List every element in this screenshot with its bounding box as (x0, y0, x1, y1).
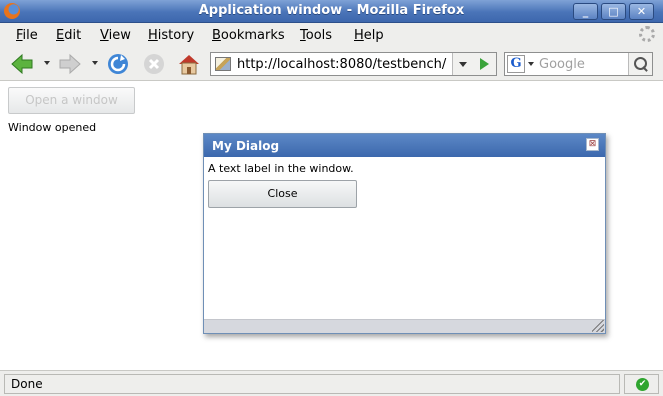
status-bar: Done ✔ (0, 370, 663, 396)
forward-icon[interactable] (58, 52, 82, 76)
check-icon: ✔ (636, 378, 649, 391)
search-input[interactable]: Google (539, 57, 585, 72)
minimize-button[interactable]: _ (573, 3, 598, 20)
search-box[interactable]: G Google (504, 52, 653, 76)
status-text: Done (4, 374, 620, 394)
menu-bar: File Edit View History Bookmarks Tools H… (0, 23, 663, 47)
dialog-footer (204, 319, 605, 333)
stop-icon[interactable] (142, 52, 166, 76)
search-icon[interactable] (628, 53, 652, 75)
navigation-toolbar: http://localhost:8080/testbench/ G Googl… (0, 47, 663, 81)
close-window-button[interactable]: ✕ (629, 3, 654, 20)
menu-bookmarks[interactable]: Bookmarks (212, 28, 285, 43)
dialog-title: My Dialog (212, 139, 280, 153)
google-icon: G (507, 55, 525, 73)
security-status[interactable]: ✔ (624, 374, 659, 394)
url-text[interactable]: http://localhost:8080/testbench/ (237, 57, 446, 72)
menu-file[interactable]: File (16, 28, 38, 43)
page-favicon-icon (215, 57, 231, 71)
resize-handle-icon[interactable] (592, 320, 604, 332)
home-icon[interactable] (177, 52, 201, 76)
chevron-down-icon (528, 62, 534, 66)
forward-history-dropdown-icon[interactable] (92, 61, 98, 65)
maximize-button[interactable]: □ (601, 3, 626, 20)
search-engine-selector[interactable]: G (507, 55, 535, 73)
url-history-dropdown-icon[interactable] (452, 53, 472, 75)
url-bar[interactable]: http://localhost:8080/testbench/ (210, 52, 497, 76)
menu-tools[interactable]: Tools (300, 28, 332, 43)
window-titlebar: Application window - Mozilla Firefox _ □… (0, 0, 663, 23)
back-icon[interactable] (10, 52, 34, 76)
window-status-label: Window opened (8, 121, 97, 134)
menu-help[interactable]: Help (354, 28, 384, 43)
menu-history[interactable]: History (148, 28, 194, 43)
menu-view[interactable]: View (100, 28, 131, 43)
dialog-titlebar[interactable]: My Dialog (204, 134, 605, 157)
dialog-text-label: A text label in the window. (208, 162, 354, 175)
back-history-dropdown-icon[interactable] (44, 61, 50, 65)
open-window-button[interactable]: Open a window (8, 87, 135, 114)
reload-icon[interactable] (106, 52, 130, 76)
go-icon[interactable] (472, 53, 496, 75)
throbber-icon (639, 26, 655, 42)
dialog-close-button[interactable]: Close (208, 180, 357, 208)
dialog-close-icon[interactable]: ⊠ (586, 138, 599, 151)
menu-edit[interactable]: Edit (56, 28, 81, 43)
my-dialog: My Dialog ⊠ A text label in the window. … (203, 133, 606, 334)
window-title: Application window - Mozilla Firefox (198, 3, 465, 18)
